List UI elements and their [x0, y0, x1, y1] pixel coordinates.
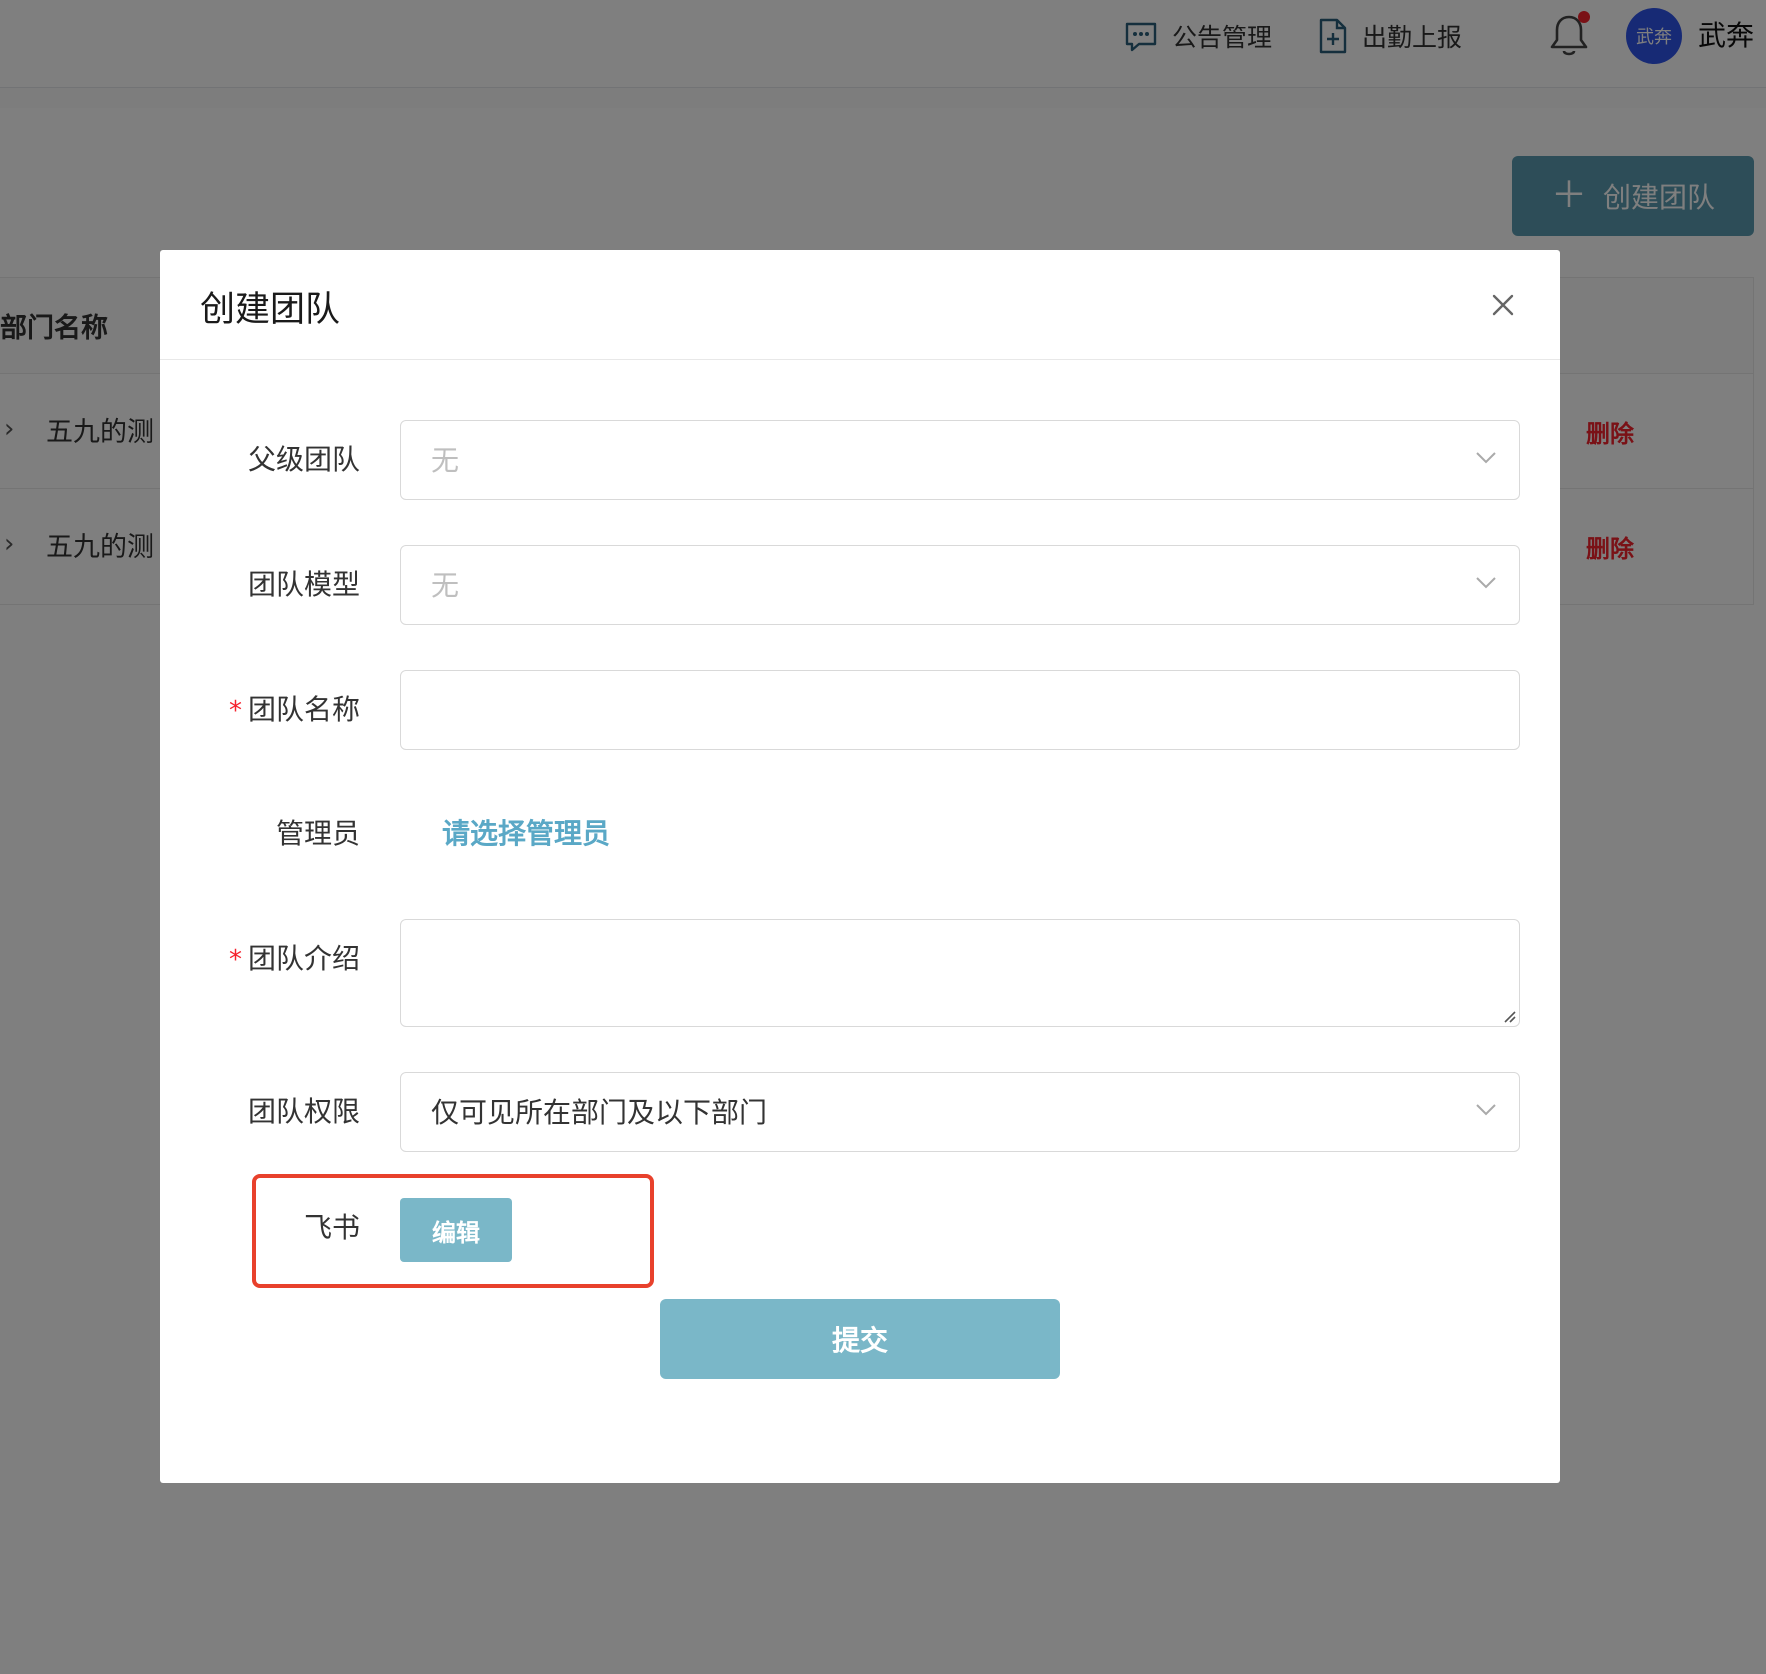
- select-admin-link[interactable]: 请选择管理员: [442, 814, 610, 854]
- chevron-down-icon: [1476, 577, 1496, 589]
- resize-handle-icon[interactable]: [1501, 1008, 1517, 1024]
- dialog-header: 创建团队: [160, 250, 1560, 360]
- chevron-down-icon: [1476, 452, 1496, 464]
- team-permission-select[interactable]: 仅可见所在部门及以下部门: [400, 1072, 1520, 1152]
- admin-label: 管理员: [275, 817, 360, 850]
- parent-team-label: 父级团队: [247, 443, 360, 476]
- team-permission-value: 仅可见所在部门及以下部门: [431, 1096, 768, 1129]
- team-model-select[interactable]: 无: [400, 545, 1520, 625]
- team-intro-textarea[interactable]: [400, 919, 1520, 1027]
- team-permission-label: 团队权限: [247, 1095, 360, 1128]
- feishu-label: 飞书: [303, 1211, 360, 1244]
- parent-team-value: 无: [431, 444, 460, 477]
- required-mark: *: [228, 696, 242, 726]
- team-model-label: 团队模型: [247, 568, 360, 601]
- create-team-dialog: 创建团队 父级团队 无 团队模型 无 * 团队名称 管理员 请选择管理员 * 团队介…: [160, 250, 1560, 1483]
- team-intro-label: * 团队介绍: [228, 942, 360, 975]
- chevron-down-icon: [1476, 1104, 1496, 1116]
- close-icon[interactable]: [1488, 290, 1518, 320]
- team-name-label: * 团队名称: [228, 693, 360, 726]
- required-mark: *: [228, 945, 242, 975]
- dialog-title: 创建团队: [200, 290, 341, 330]
- submit-button[interactable]: 提交: [660, 1299, 1060, 1379]
- parent-team-select[interactable]: 无: [400, 420, 1520, 500]
- team-name-input[interactable]: [400, 670, 1520, 750]
- team-model-value: 无: [431, 569, 460, 602]
- feishu-edit-button[interactable]: 编辑: [400, 1198, 512, 1262]
